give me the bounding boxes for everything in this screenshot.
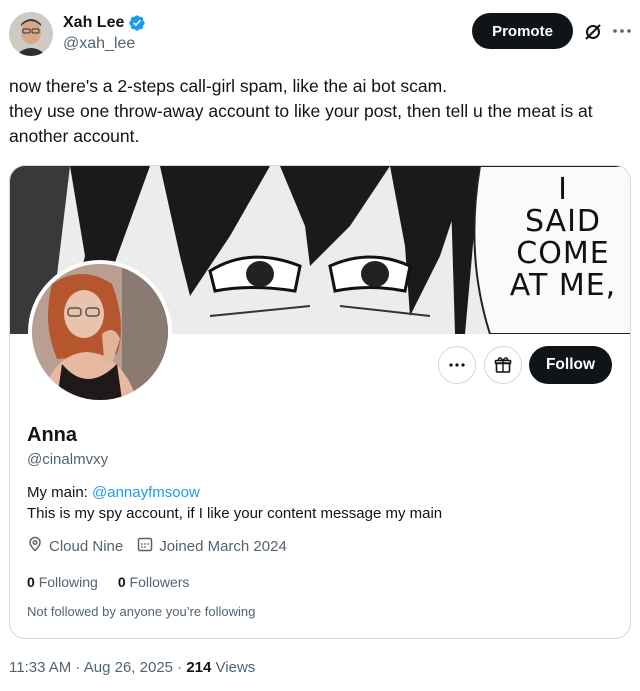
attached-image[interactable]: I SAID COME AT ME, Follow Anna @cinalmvx… xyxy=(9,165,631,639)
joined-text: Joined March 2024 xyxy=(159,538,287,555)
calendar-icon xyxy=(137,536,153,558)
author-handle[interactable]: @xah_lee xyxy=(63,33,146,55)
profile-more-button[interactable] xyxy=(438,346,476,384)
joined-item: Joined March 2024 xyxy=(137,536,287,558)
author-name-row[interactable]: Xah Lee xyxy=(63,13,146,33)
bio-mention-link[interactable]: @annayfmsoow xyxy=(92,484,200,501)
gift-icon[interactable] xyxy=(484,346,522,384)
tweet-timestamp[interactable]: 11:33 AM · Aug 26, 2025 · xyxy=(9,659,186,676)
follow-button[interactable]: Follow xyxy=(529,346,612,384)
author-name[interactable]: Xah Lee xyxy=(63,13,124,33)
promote-button[interactable]: Promote xyxy=(472,13,573,49)
verified-badge-icon[interactable] xyxy=(128,14,146,32)
views-label: Views xyxy=(211,659,256,676)
bio-line2: This is my spy account, if I like your c… xyxy=(27,505,443,522)
more-icon[interactable] xyxy=(611,20,633,42)
location-item: Cloud Nine xyxy=(27,536,123,558)
grok-slash-icon[interactable] xyxy=(583,22,603,42)
author-avatar[interactable] xyxy=(9,12,53,56)
tweet-text: now there's a 2-steps call-girl spam, li… xyxy=(9,76,593,146)
profile-name: Anna xyxy=(27,424,77,446)
views-count: 214 xyxy=(186,659,212,676)
banner-bubble-text: I SAID COME AT ME, xyxy=(509,172,617,303)
followers-stat[interactable]: 0 Followers xyxy=(118,572,190,592)
followed-by-note: Not followed by anyone you’re following xyxy=(27,604,256,619)
bio-prefix: My main: xyxy=(27,484,93,501)
tweet-footer: 11:33 AM · Aug 26, 2025 · 214 Views xyxy=(9,657,255,679)
following-stat[interactable]: 0 Following xyxy=(27,572,98,592)
location-text: Cloud Nine xyxy=(49,538,124,555)
profile-bio: My main: @annayfmsoow This is my spy acc… xyxy=(27,482,442,524)
tweet-header: Xah Lee @xah_lee Promote xyxy=(9,12,631,58)
profile-handle: @cinalmvxy xyxy=(27,451,109,468)
profile-stats: 0 Following 0 Followers xyxy=(27,572,189,592)
profile-avatar xyxy=(28,260,172,404)
location-icon xyxy=(27,536,43,558)
author-block: Xah Lee @xah_lee xyxy=(63,13,146,55)
profile-meta: Cloud Nine Joined March 2024 xyxy=(27,536,301,558)
